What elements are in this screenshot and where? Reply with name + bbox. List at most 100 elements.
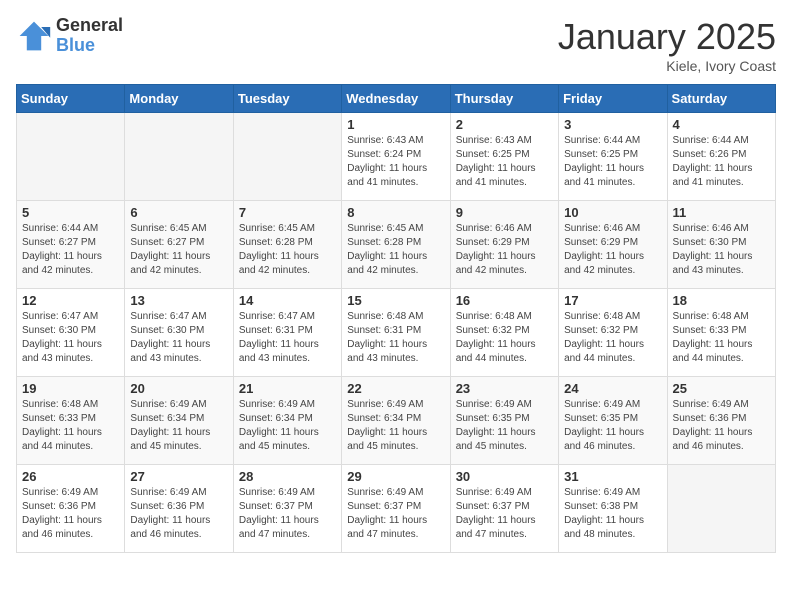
day-info: Sunrise: 6:48 AM Sunset: 6:33 PM Dayligh…: [22, 398, 119, 454]
day-number: 8: [347, 205, 444, 220]
calendar-cell: 14 Sunrise: 6:47 AM Sunset: 6:31 PM Dayli…: [233, 289, 341, 377]
calendar-cell: 11 Sunrise: 6:46 AM Sunset: 6:30 PM Dayli…: [667, 201, 775, 289]
day-info: Sunrise: 6:47 AM Sunset: 6:30 PM Dayligh…: [22, 310, 119, 366]
day-info: Sunrise: 6:46 AM Sunset: 6:30 PM Dayligh…: [673, 222, 770, 278]
day-info: Sunrise: 6:45 AM Sunset: 6:27 PM Dayligh…: [130, 222, 227, 278]
day-number: 29: [347, 469, 444, 484]
calendar-cell: 27 Sunrise: 6:49 AM Sunset: 6:36 PM Dayli…: [125, 465, 233, 553]
calendar-cell: 6 Sunrise: 6:45 AM Sunset: 6:27 PM Daylig…: [125, 201, 233, 289]
logo-icon: [16, 18, 52, 54]
day-info: Sunrise: 6:44 AM Sunset: 6:25 PM Dayligh…: [564, 134, 661, 190]
day-info: Sunrise: 6:49 AM Sunset: 6:37 PM Dayligh…: [456, 486, 553, 542]
calendar-cell: [667, 465, 775, 553]
calendar-header-row: SundayMondayTuesdayWednesdayThursdayFrid…: [17, 85, 776, 113]
day-number: 4: [673, 117, 770, 132]
logo-blue-text: Blue: [56, 36, 123, 56]
day-info: Sunrise: 6:49 AM Sunset: 6:34 PM Dayligh…: [347, 398, 444, 454]
calendar-cell: 19 Sunrise: 6:48 AM Sunset: 6:33 PM Dayli…: [17, 377, 125, 465]
day-info: Sunrise: 6:49 AM Sunset: 6:36 PM Dayligh…: [673, 398, 770, 454]
day-info: Sunrise: 6:43 AM Sunset: 6:24 PM Dayligh…: [347, 134, 444, 190]
day-number: 9: [456, 205, 553, 220]
day-info: Sunrise: 6:48 AM Sunset: 6:33 PM Dayligh…: [673, 310, 770, 366]
day-number: 26: [22, 469, 119, 484]
calendar-cell: 22 Sunrise: 6:49 AM Sunset: 6:34 PM Dayli…: [342, 377, 450, 465]
day-number: 28: [239, 469, 336, 484]
calendar-cell: 28 Sunrise: 6:49 AM Sunset: 6:37 PM Dayli…: [233, 465, 341, 553]
calendar-cell: 15Sunrise: 6:48 AM Sunset: 6:31 PM Dayli…: [342, 289, 450, 377]
calendar-week-2: 12 Sunrise: 6:47 AM Sunset: 6:30 PM Dayli…: [17, 289, 776, 377]
day-number: 22: [347, 381, 444, 396]
day-info: Sunrise: 6:49 AM Sunset: 6:34 PM Dayligh…: [239, 398, 336, 454]
calendar-cell: 4 Sunrise: 6:44 AM Sunset: 6:26 PM Daylig…: [667, 113, 775, 201]
day-info: Sunrise: 6:47 AM Sunset: 6:31 PM Dayligh…: [239, 310, 336, 366]
calendar-cell: 1Sunrise: 6:43 AM Sunset: 6:24 PM Daylig…: [342, 113, 450, 201]
header-saturday: Saturday: [667, 85, 775, 113]
day-info: Sunrise: 6:48 AM Sunset: 6:32 PM Dayligh…: [564, 310, 661, 366]
day-info: Sunrise: 6:49 AM Sunset: 6:37 PM Dayligh…: [239, 486, 336, 542]
calendar-cell: 29 Sunrise: 6:49 AM Sunset: 6:37 PM Dayli…: [342, 465, 450, 553]
calendar-cell: 18 Sunrise: 6:48 AM Sunset: 6:33 PM Dayli…: [667, 289, 775, 377]
day-info: Sunrise: 6:44 AM Sunset: 6:26 PM Dayligh…: [673, 134, 770, 190]
day-info: Sunrise: 6:45 AM Sunset: 6:28 PM Dayligh…: [347, 222, 444, 278]
day-number: 27: [130, 469, 227, 484]
calendar-cell: 25 Sunrise: 6:49 AM Sunset: 6:36 PM Dayli…: [667, 377, 775, 465]
calendar-cell: 31Sunrise: 6:49 AM Sunset: 6:38 PM Dayli…: [559, 465, 667, 553]
header-sunday: Sunday: [17, 85, 125, 113]
calendar-cell: 24Sunrise: 6:49 AM Sunset: 6:35 PM Dayli…: [559, 377, 667, 465]
day-info: Sunrise: 6:46 AM Sunset: 6:29 PM Dayligh…: [456, 222, 553, 278]
page-header: General Blue January 2025 Kiele, Ivory C…: [16, 16, 776, 74]
day-number: 19: [22, 381, 119, 396]
day-number: 2: [456, 117, 553, 132]
day-info: Sunrise: 6:49 AM Sunset: 6:36 PM Dayligh…: [130, 486, 227, 542]
day-number: 13: [130, 293, 227, 308]
day-number: 12: [22, 293, 119, 308]
header-friday: Friday: [559, 85, 667, 113]
day-info: Sunrise: 6:49 AM Sunset: 6:36 PM Dayligh…: [22, 486, 119, 542]
calendar-cell: 5Sunrise: 6:44 AM Sunset: 6:27 PM Daylig…: [17, 201, 125, 289]
logo: General Blue: [16, 16, 123, 56]
calendar-cell: 2 Sunrise: 6:43 AM Sunset: 6:25 PM Daylig…: [450, 113, 558, 201]
day-number: 15: [347, 293, 444, 308]
calendar-week-1: 5Sunrise: 6:44 AM Sunset: 6:27 PM Daylig…: [17, 201, 776, 289]
day-number: 14: [239, 293, 336, 308]
header-thursday: Thursday: [450, 85, 558, 113]
day-number: 18: [673, 293, 770, 308]
logo-general-text: General: [56, 16, 123, 36]
day-number: 6: [130, 205, 227, 220]
calendar-cell: [125, 113, 233, 201]
day-number: 7: [239, 205, 336, 220]
calendar-table: SundayMondayTuesdayWednesdayThursdayFrid…: [16, 84, 776, 553]
calendar-week-4: 26 Sunrise: 6:49 AM Sunset: 6:36 PM Dayli…: [17, 465, 776, 553]
day-number: 11: [673, 205, 770, 220]
calendar-cell: 8 Sunrise: 6:45 AM Sunset: 6:28 PM Daylig…: [342, 201, 450, 289]
day-number: 30: [456, 469, 553, 484]
calendar-cell: 10Sunrise: 6:46 AM Sunset: 6:29 PM Dayli…: [559, 201, 667, 289]
day-info: Sunrise: 6:49 AM Sunset: 6:38 PM Dayligh…: [564, 486, 661, 542]
day-number: 23: [456, 381, 553, 396]
day-info: Sunrise: 6:45 AM Sunset: 6:28 PM Dayligh…: [239, 222, 336, 278]
logo-text: General Blue: [56, 16, 123, 56]
calendar-cell: 21Sunrise: 6:49 AM Sunset: 6:34 PM Dayli…: [233, 377, 341, 465]
day-number: 17: [564, 293, 661, 308]
calendar-week-3: 19 Sunrise: 6:48 AM Sunset: 6:33 PM Dayli…: [17, 377, 776, 465]
day-info: Sunrise: 6:43 AM Sunset: 6:25 PM Dayligh…: [456, 134, 553, 190]
day-number: 3: [564, 117, 661, 132]
calendar-cell: 7 Sunrise: 6:45 AM Sunset: 6:28 PM Daylig…: [233, 201, 341, 289]
calendar-cell: 26 Sunrise: 6:49 AM Sunset: 6:36 PM Dayli…: [17, 465, 125, 553]
day-info: Sunrise: 6:48 AM Sunset: 6:32 PM Dayligh…: [456, 310, 553, 366]
day-info: Sunrise: 6:49 AM Sunset: 6:37 PM Dayligh…: [347, 486, 444, 542]
day-info: Sunrise: 6:47 AM Sunset: 6:30 PM Dayligh…: [130, 310, 227, 366]
header-tuesday: Tuesday: [233, 85, 341, 113]
header-wednesday: Wednesday: [342, 85, 450, 113]
title-block: January 2025 Kiele, Ivory Coast: [558, 16, 776, 74]
day-info: Sunrise: 6:49 AM Sunset: 6:34 PM Dayligh…: [130, 398, 227, 454]
day-number: 24: [564, 381, 661, 396]
calendar-cell: 12 Sunrise: 6:47 AM Sunset: 6:30 PM Dayli…: [17, 289, 125, 377]
calendar-cell: 17 Sunrise: 6:48 AM Sunset: 6:32 PM Dayli…: [559, 289, 667, 377]
calendar-cell: 16Sunrise: 6:48 AM Sunset: 6:32 PM Dayli…: [450, 289, 558, 377]
day-number: 25: [673, 381, 770, 396]
calendar-cell: 13 Sunrise: 6:47 AM Sunset: 6:30 PM Dayli…: [125, 289, 233, 377]
day-info: Sunrise: 6:49 AM Sunset: 6:35 PM Dayligh…: [456, 398, 553, 454]
calendar-cell: 23 Sunrise: 6:49 AM Sunset: 6:35 PM Dayli…: [450, 377, 558, 465]
day-number: 5: [22, 205, 119, 220]
